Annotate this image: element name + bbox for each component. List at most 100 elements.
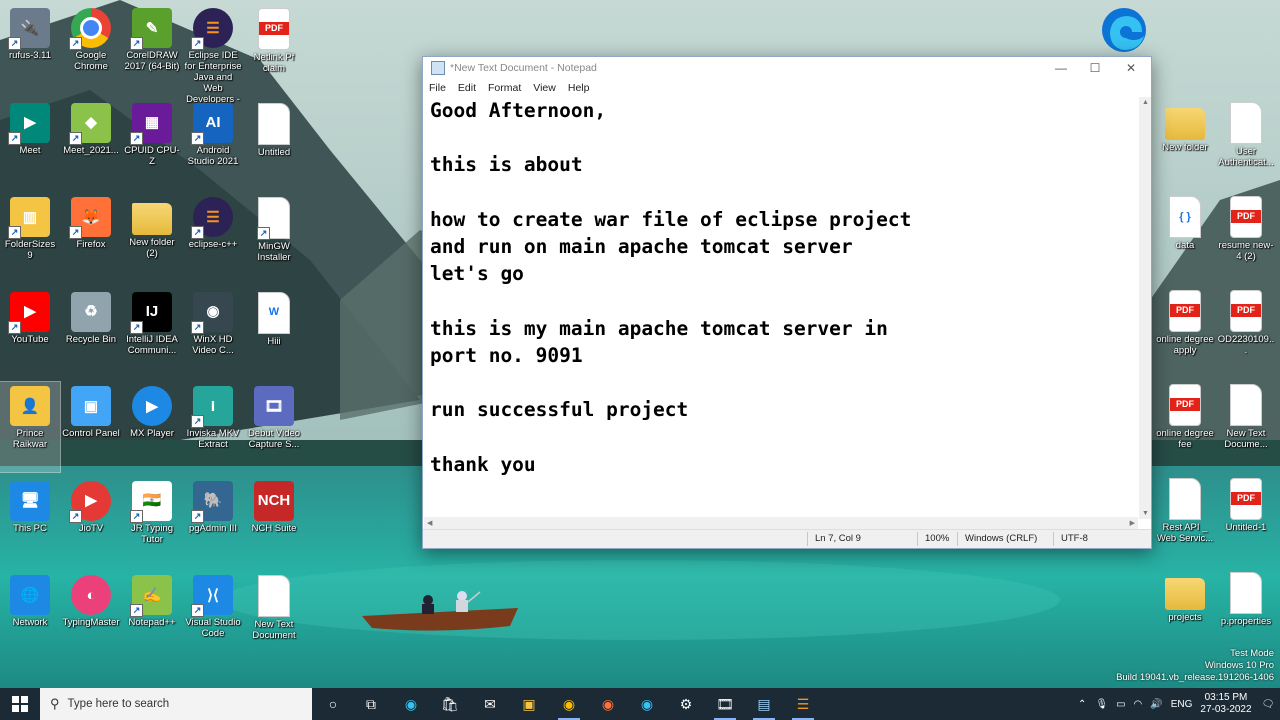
desktop-icon-label: Rest API _ Web Servic...: [1156, 522, 1214, 544]
desktop-icon-foldersizes[interactable]: ▥ ↗ FolderSizes 9: [0, 193, 60, 283]
desktop-icon-android-studio[interactable]: AI ↗ Android Studio 2021: [183, 99, 243, 189]
desktop-icon-recycle-bin[interactable]: ♻ Recycle Bin: [61, 288, 121, 378]
taskbar-notepad[interactable]: ▤: [751, 692, 777, 720]
notepad-title-bar[interactable]: *New Text Document - Notepad — ☐ ✕: [423, 57, 1151, 79]
taskbar-edge[interactable]: ◉: [398, 692, 424, 716]
desktop-icon-youtube[interactable]: ▶ ↗ YouTube: [0, 288, 60, 378]
desktop-icon-cpuid[interactable]: ▦ ↗ CPUID CPU-Z: [122, 99, 182, 189]
desktop-icon-firefox[interactable]: 🦊 ↗ Firefox: [61, 193, 121, 283]
wifi-icon[interactable]: ◠: [1134, 699, 1143, 710]
desktop-icon-meet2021[interactable]: ◆ ↗ Meet_2021...: [61, 99, 121, 189]
desktop-icon-user-auth[interactable]: User Authenticat...: [1216, 98, 1276, 188]
android-studio-icon: AI ↗: [191, 102, 233, 145]
desktop-icon-mingw[interactable]: ↗ MinGW Installer: [244, 193, 304, 283]
desktop-icon-jiotv[interactable]: ▶ ↗ JioTV: [61, 477, 121, 567]
desktop-icon-resume[interactable]: PDF resume new-4 (2): [1216, 192, 1276, 282]
scroll-down-icon[interactable]: ▼: [1142, 510, 1149, 517]
taskbar-firefox[interactable]: ◉: [595, 692, 621, 716]
taskbar-store[interactable]: 🛍: [437, 692, 463, 716]
desktop-icon-control-panel[interactable]: ▣ Control Panel: [61, 382, 121, 472]
desktop-icon-jr-typing[interactable]: 🇮🇳 ↗ JR Typing Tutor: [122, 477, 182, 567]
desktop-icon-label: OD2230109...: [1217, 334, 1275, 356]
desktop-icon-untitled[interactable]: Untitled: [244, 99, 304, 189]
chevron-up-icon[interactable]: ⌃: [1078, 699, 1086, 710]
desktop-icon-od223[interactable]: PDF OD2230109...: [1216, 286, 1276, 376]
microphone-icon[interactable]: 🎙: [1095, 699, 1108, 710]
new-folder-icon: [1165, 108, 1205, 140]
desktop-icon-eclipse-ee[interactable]: ☰ ↗ Eclipse IDE for Enterprise Java and We…: [183, 4, 243, 116]
desktop-icon-data[interactable]: { } data: [1155, 192, 1215, 282]
desktop-icon-hiii[interactable]: W Hiii: [244, 288, 304, 378]
language-indicator[interactable]: ENG: [1171, 699, 1193, 710]
vertical-scrollbar[interactable]: ▲ ▼: [1139, 97, 1151, 519]
gear-icon: ⚙: [679, 695, 693, 712]
desktop-icon-prince[interactable]: 👤 Prince Raikwar: [0, 381, 61, 473]
taskbar-chrome[interactable]: ◉: [556, 692, 582, 720]
menu-file[interactable]: File: [429, 82, 446, 94]
minimize-button[interactable]: —: [1043, 57, 1079, 79]
taskbar-search-box[interactable]: ⚲ Type here to search: [40, 688, 312, 720]
desktop-icon-typingmaster[interactable]: ◐ TypingMaster: [61, 571, 121, 661]
taskbar-store-2[interactable]: ▣: [516, 692, 542, 716]
desktop-icon-network[interactable]: 🌐 Network: [0, 571, 60, 661]
desktop-icon-nch[interactable]: NCH NCH Suite: [244, 477, 304, 567]
desktop-icon-chrome[interactable]: ↗ Google Chrome: [61, 4, 121, 94]
desktop-icon-meet[interactable]: ▶ ↗ Meet: [0, 99, 60, 189]
cortana-button[interactable]: ○: [320, 692, 346, 716]
desktop-icon-pproperties[interactable]: p.properties: [1216, 568, 1276, 658]
scroll-left-icon[interactable]: ◀: [427, 519, 432, 527]
taskbar-debut[interactable]: 🎞: [712, 692, 738, 720]
intellij-icon: IJ ↗: [130, 291, 172, 334]
youtube-icon: ▶ ↗: [8, 291, 50, 334]
desktop-icon-new-folder-2[interactable]: New folder (2): [122, 193, 182, 283]
taskbar-edge-2[interactable]: ◉: [634, 692, 660, 716]
desktop-icon-online-degree-fee[interactable]: PDF online degree fee: [1155, 380, 1215, 470]
start-button[interactable]: [0, 688, 40, 720]
scroll-right-icon[interactable]: ▶: [1130, 519, 1135, 527]
firefox-icon: ◉: [601, 695, 615, 712]
menu-help[interactable]: Help: [568, 82, 590, 94]
maximize-button[interactable]: ☐: [1077, 57, 1113, 79]
taskbar-eclipse[interactable]: ☰: [790, 692, 816, 720]
taskbar-mail[interactable]: ✉: [477, 692, 503, 716]
desktop-icon-rest-api[interactable]: Rest API _ Web Servic...: [1155, 474, 1215, 564]
desktop-icon-notepadpp[interactable]: ✍ ↗ Notepad++: [122, 571, 182, 661]
desktop-icon-pgadmin[interactable]: 🐘 ↗ pgAdmin III: [183, 477, 243, 567]
desktop-icon-this-pc[interactable]: 🖥 This PC: [0, 477, 60, 567]
task-view-button[interactable]: ⧉: [358, 692, 384, 716]
desktop-icon-untitled-1[interactable]: PDF Untitled-1: [1216, 474, 1276, 564]
menu-view[interactable]: View: [533, 82, 556, 94]
volume-icon[interactable]: 🔊: [1150, 699, 1162, 710]
desktop-icon-label: User Authenticat...: [1218, 146, 1274, 168]
battery-icon[interactable]: ▭: [1116, 699, 1125, 710]
menu-format[interactable]: Format: [488, 82, 521, 94]
desktop-icon-new-folder[interactable]: New folder: [1155, 98, 1215, 188]
horizontal-scrollbar[interactable]: ◀ ▶: [424, 517, 1138, 529]
desktop-icon-projects[interactable]: projects: [1155, 568, 1215, 658]
clock[interactable]: 03:15 PM 27-03-2022: [1200, 692, 1251, 716]
close-button[interactable]: ✕: [1113, 57, 1149, 79]
desktop-icon-online-degree-apply[interactable]: PDF online degree apply: [1155, 286, 1215, 376]
desktop-icon-netlink[interactable]: PDF Netlink Pf claim: [244, 4, 304, 94]
menu-edit[interactable]: Edit: [458, 82, 476, 94]
desktop-icon-inviska[interactable]: I ↗ Inviska MKV Extract: [183, 382, 243, 472]
desktop-icon-rufus[interactable]: 🔌 ↗ rufus-3.11: [0, 4, 60, 94]
watermark-build: Build 19041.vb_release.191206-1406: [1116, 672, 1274, 683]
user-auth-icon: [1230, 102, 1262, 144]
desktop-icon-intellij[interactable]: IJ ↗ IntelliJ IDEA Communi...: [122, 288, 182, 378]
data-icon: { }: [1169, 196, 1201, 238]
notepad-text-area[interactable]: Good Afternoon, this is about how to cre…: [424, 97, 1144, 517]
notification-icon[interactable]: 🗨: [1262, 699, 1275, 710]
edge-desktop-icon[interactable]: [1100, 6, 1148, 54]
desktop-icon-vscode[interactable]: ⟩⟨ ↗ Visual Studio Code: [183, 571, 243, 661]
scroll-up-icon[interactable]: ▲: [1142, 99, 1149, 106]
desktop-icon-eclipse-cpp[interactable]: ☰ ↗ eclipse-c++: [183, 193, 243, 283]
desktop-icon-new-text-doc-2[interactable]: New Text Docume...: [1216, 380, 1276, 470]
desktop-icon-new-text-doc[interactable]: New Text Document: [244, 571, 304, 661]
desktop-icon-winx[interactable]: ◉ ↗ WinX HD Video C...: [183, 288, 243, 378]
notepad-window[interactable]: *New Text Document - Notepad — ☐ ✕ File …: [422, 56, 1152, 549]
desktop-icon-coreldraw[interactable]: ✎ ↗ CorelDRAW 2017 (64-Bit): [122, 4, 182, 94]
desktop-icon-mx-player[interactable]: ▶ MX Player: [122, 382, 182, 472]
desktop-icon-debut[interactable]: 🎞 Debut Video Capture S...: [244, 382, 304, 472]
taskbar-settings[interactable]: ⚙: [673, 692, 699, 716]
